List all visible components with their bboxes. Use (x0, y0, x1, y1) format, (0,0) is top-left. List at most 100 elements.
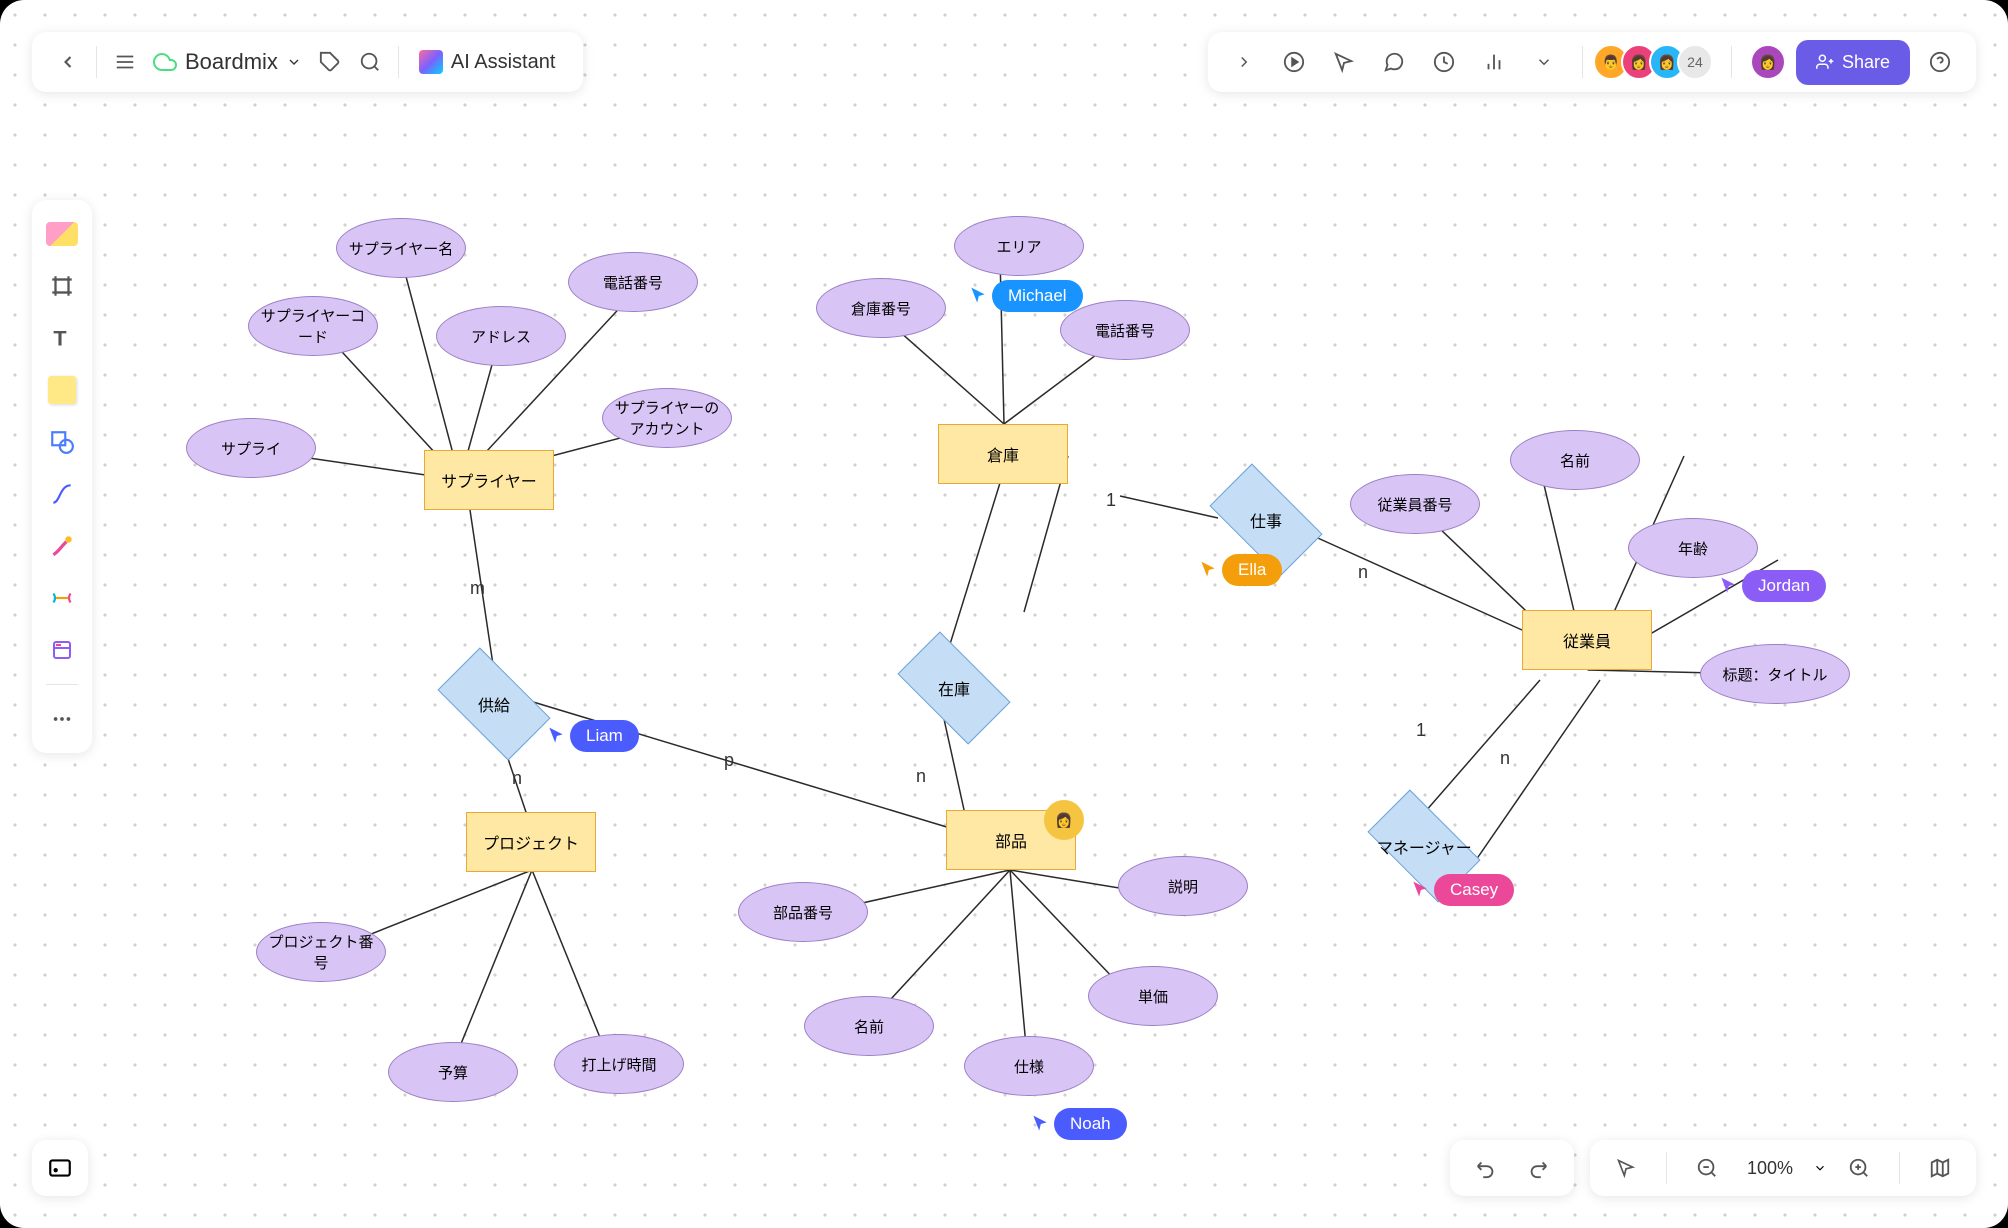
current-user-avatar[interactable]: 👩 (1750, 44, 1786, 80)
attr-supplier-code[interactable]: サプライヤーコード (248, 296, 378, 356)
timer-button[interactable] (1424, 42, 1464, 82)
more-tools[interactable] (40, 697, 84, 741)
divider (1666, 1152, 1667, 1184)
attr-emp-no[interactable]: 従業員番号 (1350, 474, 1480, 534)
tool-sidebar: T (32, 200, 92, 753)
card-n3: n (1358, 562, 1368, 583)
app-frame: サプライヤー 倉庫 従業員 プロジェクト 部品 供給 仕事 在庫 マネージャー … (0, 0, 2008, 1228)
attr-project-no[interactable]: プロジェクト番号 (256, 922, 386, 982)
brand-dropdown[interactable]: Boardmix (145, 49, 310, 75)
attr-name[interactable]: 名前 (1510, 430, 1640, 490)
divider (398, 46, 399, 78)
attr-title[interactable]: 标题：タイトル (1700, 644, 1850, 704)
divider (1582, 46, 1583, 78)
mindmap-tool[interactable] (40, 576, 84, 620)
attr-desc[interactable]: 説明 (1118, 856, 1248, 916)
user-avatar-on-canvas: 👩 (1044, 800, 1084, 840)
divider (1731, 46, 1732, 78)
cursor-jordan: Jordan (1718, 570, 1826, 602)
entity-warehouse[interactable]: 倉庫 (938, 424, 1068, 484)
cloud-icon (153, 50, 177, 74)
notes-tool[interactable] (40, 212, 84, 256)
attr-address[interactable]: アドレス (436, 306, 566, 366)
text-tool[interactable]: T (40, 316, 84, 360)
attr-spec[interactable]: 仕様 (964, 1036, 1094, 1096)
card-n4: n (1500, 748, 1510, 769)
attr-budget[interactable]: 予算 (388, 1042, 518, 1102)
avatar-count: 24 (1677, 44, 1713, 80)
zoom-in-button[interactable] (1839, 1148, 1879, 1188)
back-button[interactable] (48, 42, 88, 82)
card-one2: 1 (1416, 720, 1426, 741)
zoom-panel: 100% (1590, 1140, 1976, 1196)
zoom-out-button[interactable] (1687, 1148, 1727, 1188)
comment-button[interactable] (1374, 42, 1414, 82)
attr-pname[interactable]: 名前 (804, 996, 934, 1056)
attr-launch-time[interactable]: 打上げ時間 (554, 1034, 684, 1094)
template-tool[interactable] (40, 628, 84, 672)
bottom-right-panel: 100% (1450, 1140, 1976, 1196)
play-button[interactable] (1274, 42, 1314, 82)
share-icon (1816, 53, 1834, 71)
top-bar: Boardmix AI Assistant 👨 👩 👩 24 👩 Share (32, 32, 1976, 92)
topbar-right: 👨 👩 👩 24 👩 Share (1208, 32, 1976, 92)
undo-button[interactable] (1466, 1148, 1506, 1188)
select-tool[interactable] (1606, 1148, 1646, 1188)
attr-phone[interactable]: 電話番号 (568, 252, 698, 312)
topbar-left: Boardmix AI Assistant (32, 32, 583, 92)
undo-redo-panel (1450, 1140, 1574, 1196)
pen-tool[interactable] (40, 524, 84, 568)
cursor-noah: Noah (1030, 1108, 1127, 1140)
minimap-icon (47, 1155, 73, 1181)
card-n2: n (916, 766, 926, 787)
canvas[interactable]: サプライヤー 倉庫 従業員 プロジェクト 部品 供給 仕事 在庫 マネージャー … (0, 0, 2008, 1228)
cursor-tool[interactable] (1324, 42, 1364, 82)
cursor-ella: Ella (1198, 554, 1282, 586)
connector-tool[interactable] (40, 472, 84, 516)
redo-button[interactable] (1518, 1148, 1558, 1188)
zoom-level[interactable]: 100% (1739, 1158, 1801, 1179)
share-button[interactable]: Share (1796, 40, 1910, 85)
entity-supplier[interactable]: サプライヤー (424, 450, 554, 510)
avatars[interactable]: 👨 👩 👩 24 (1601, 44, 1713, 80)
attr-area[interactable]: エリア (954, 216, 1084, 276)
minimap-button[interactable] (32, 1140, 88, 1196)
entity-employee[interactable]: 従業員 (1522, 610, 1652, 670)
attr-age[interactable]: 年齢 (1628, 518, 1758, 578)
chevron-down-icon (1813, 1161, 1827, 1175)
shape-tool[interactable] (40, 420, 84, 464)
attr-supplier-account[interactable]: サプライヤーのアカウント (602, 388, 732, 448)
search-button[interactable] (350, 42, 390, 82)
tag-button[interactable] (310, 42, 350, 82)
attr-supplier-name[interactable]: サプライヤー名 (336, 218, 466, 278)
cursor-liam: Liam (546, 720, 639, 752)
menu-button[interactable] (105, 42, 145, 82)
sticky-tool[interactable] (40, 368, 84, 412)
map-button[interactable] (1920, 1148, 1960, 1188)
divider (46, 684, 78, 685)
rel-stock[interactable]: 在庫 (897, 631, 1010, 744)
card-m: m (470, 578, 485, 599)
card-p: p (724, 750, 734, 771)
attr-supply[interactable]: サプライ (186, 418, 316, 478)
ai-assistant-button[interactable]: AI Assistant (407, 50, 568, 74)
attr-unit-price[interactable]: 単価 (1088, 966, 1218, 1026)
card-one: 1 (1106, 490, 1116, 511)
sticky-icon (48, 376, 76, 404)
entity-project[interactable]: プロジェクト (466, 812, 596, 872)
rel-supply[interactable]: 供給 (437, 647, 550, 760)
frame-tool[interactable] (40, 264, 84, 308)
cursor-michael: Michael (968, 280, 1083, 312)
attr-warehouse-no[interactable]: 倉庫番号 (816, 278, 946, 338)
divider (96, 46, 97, 78)
chevron-down-icon (286, 54, 302, 70)
attr-part-no[interactable]: 部品番号 (738, 882, 868, 942)
card-n: n (512, 768, 522, 789)
chart-button[interactable] (1474, 42, 1514, 82)
help-button[interactable] (1920, 42, 1960, 82)
svg-text:T: T (53, 326, 66, 351)
divider (1899, 1152, 1900, 1184)
notes-icon (46, 222, 78, 246)
more-button[interactable] (1524, 42, 1564, 82)
expand-button[interactable] (1224, 42, 1264, 82)
